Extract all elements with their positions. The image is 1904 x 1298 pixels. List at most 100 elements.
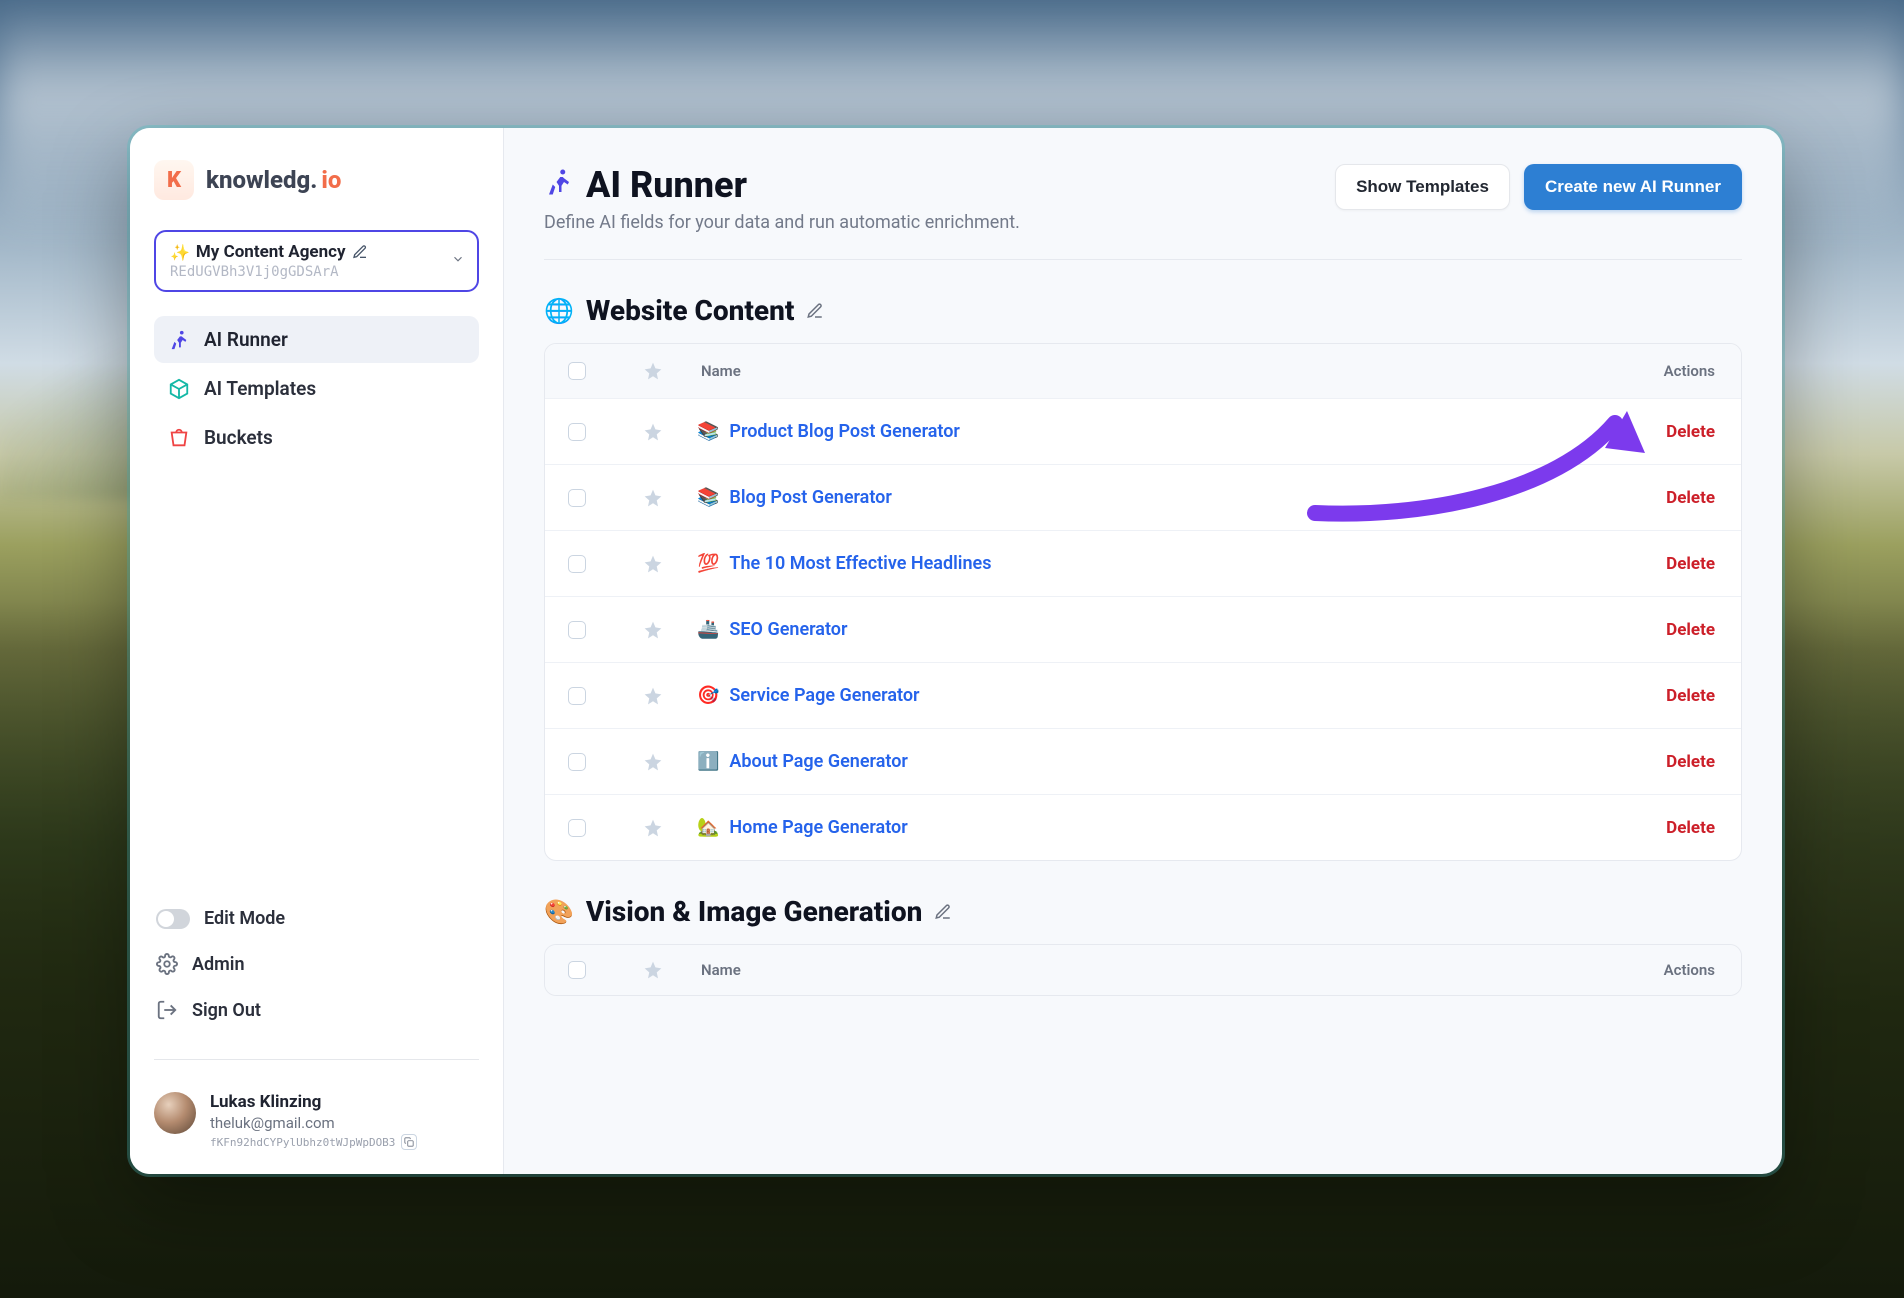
- runner-link[interactable]: Blog Post Generator: [729, 487, 891, 508]
- sign-out-link[interactable]: Sign Out: [154, 993, 479, 1027]
- row-emoji: ℹ️: [697, 751, 719, 772]
- main-content: AI Runner Define AI fields for your data…: [504, 128, 1782, 1174]
- workspace-name: My Content Agency: [196, 242, 346, 262]
- sidebar-nav: AI Runner AI Templates Buckets: [154, 316, 479, 461]
- star-toggle[interactable]: [609, 686, 697, 706]
- pencil-icon[interactable]: [352, 244, 368, 260]
- section-emoji: 🎨: [544, 898, 574, 926]
- edit-mode-toggle[interactable]: [156, 909, 190, 929]
- runner-icon: [168, 329, 190, 351]
- user-email: theluk@gmail.com: [210, 1114, 417, 1132]
- star-toggle[interactable]: [609, 818, 697, 838]
- row-checkbox[interactable]: [568, 819, 586, 837]
- page-title: AI Runner: [586, 164, 747, 206]
- sidebar-item-ai-templates[interactable]: AI Templates: [154, 365, 479, 412]
- section: 🌐 Website Content NameActions 📚 Product Blog…: [544, 294, 1742, 861]
- page-header: AI Runner Define AI fields for your data…: [544, 164, 1742, 260]
- select-all-checkbox[interactable]: [568, 961, 586, 979]
- section: 🎨 Vision & Image Generation NameActions: [544, 895, 1742, 996]
- app-window: K knowledg. io ✨ My Content Agency REdUG…: [130, 128, 1782, 1174]
- table: NameActions: [544, 944, 1742, 996]
- row-checkbox[interactable]: [568, 687, 586, 705]
- runner-link[interactable]: Product Blog Post Generator: [729, 421, 959, 442]
- table: NameActions 📚 Product Blog Post Generator D…: [544, 343, 1742, 861]
- table-row: ℹ️ About Page Generator Delete: [545, 728, 1741, 794]
- star-toggle[interactable]: [609, 620, 697, 640]
- delete-button[interactable]: Delete: [1666, 818, 1715, 838]
- row-checkbox[interactable]: [568, 423, 586, 441]
- runner-icon: [544, 167, 574, 204]
- row-checkbox[interactable]: [568, 621, 586, 639]
- star-toggle[interactable]: [609, 554, 697, 574]
- runner-link[interactable]: The 10 Most Effective Headlines: [729, 553, 991, 574]
- brand-name-accent: io: [321, 166, 341, 194]
- section-emoji: 🌐: [544, 297, 574, 325]
- star-toggle[interactable]: [609, 752, 697, 772]
- page-subtitle: Define AI fields for your data and run a…: [544, 212, 1020, 233]
- table-row: 💯The 10 Most Effective HeadlinesDelete: [545, 530, 1741, 596]
- sidebar-item-label: AI Templates: [204, 377, 316, 400]
- section-title: Vision & Image Generation: [586, 895, 922, 928]
- pencil-icon[interactable]: [806, 302, 824, 320]
- cube-icon: [168, 378, 190, 400]
- row-checkbox[interactable]: [568, 489, 586, 507]
- brand-mark: K: [154, 160, 194, 200]
- row-emoji: 🎯: [697, 685, 719, 706]
- sidebar: K knowledg. io ✨ My Content Agency REdUG…: [130, 128, 504, 1174]
- admin-label: Admin: [192, 954, 245, 975]
- delete-button[interactable]: Delete: [1666, 752, 1715, 772]
- sidebar-item-buckets[interactable]: Buckets: [154, 414, 479, 461]
- brand-name: knowledg.: [206, 166, 317, 194]
- workspace-selector[interactable]: ✨ My Content Agency REdUGVBh3V1j0gGDSArA: [154, 230, 479, 292]
- select-all-checkbox[interactable]: [568, 362, 586, 380]
- runner-link[interactable]: Home Page Generator: [729, 817, 907, 838]
- delete-button[interactable]: Delete: [1666, 686, 1715, 706]
- sign-out-label: Sign Out: [192, 1000, 261, 1021]
- row-emoji: 🚢: [697, 619, 719, 640]
- sidebar-item-label: Buckets: [204, 426, 273, 449]
- sidebar-item-ai-runner[interactable]: AI Runner: [154, 316, 479, 363]
- sign-out-icon: [156, 999, 178, 1021]
- section-title: Website Content: [586, 294, 795, 327]
- column-name: Name: [697, 961, 1611, 979]
- delete-button[interactable]: Delete: [1666, 422, 1715, 442]
- chevron-down-icon[interactable]: [451, 252, 465, 270]
- show-templates-button[interactable]: Show Templates: [1335, 164, 1510, 210]
- table-header: NameActions: [545, 344, 1741, 398]
- delete-button[interactable]: Delete: [1666, 620, 1715, 640]
- row-emoji: 📚: [697, 487, 719, 508]
- row-emoji: 📚: [697, 421, 719, 442]
- copy-icon[interactable]: [401, 1134, 417, 1150]
- table-row: 📚 Product Blog Post Generator Delete: [545, 398, 1741, 464]
- delete-button[interactable]: Delete: [1666, 488, 1715, 508]
- bucket-icon: [168, 427, 190, 449]
- brand-logo: K knowledg. io: [154, 160, 479, 200]
- table-row: 🎯 Service Page Generator Delete: [545, 662, 1741, 728]
- table-row: 📚 Blog Post Generator Delete: [545, 464, 1741, 530]
- star-column-header: [609, 361, 697, 381]
- user-id: fKFn92hdCYPylUbhz0tWJpWpDOB3: [210, 1136, 395, 1149]
- sidebar-item-label: AI Runner: [204, 328, 288, 351]
- runner-link[interactable]: About Page Generator: [729, 751, 907, 772]
- create-ai-runner-button[interactable]: Create new AI Runner: [1524, 164, 1742, 210]
- star-column-header: [609, 960, 697, 980]
- table-header: NameActions: [545, 945, 1741, 995]
- section-header: 🎨 Vision & Image Generation: [544, 895, 1742, 928]
- table-row: 🚢 SEO Generator Delete: [545, 596, 1741, 662]
- workspace-emoji: ✨: [170, 243, 190, 262]
- delete-button[interactable]: Delete: [1666, 554, 1715, 574]
- admin-link[interactable]: Admin: [154, 947, 479, 981]
- pencil-icon[interactable]: [934, 903, 952, 921]
- user-name: Lukas Klinzing: [210, 1092, 417, 1112]
- divider: [154, 1059, 479, 1060]
- star-toggle[interactable]: [609, 488, 697, 508]
- runner-link[interactable]: SEO Generator: [729, 619, 847, 640]
- row-checkbox[interactable]: [568, 555, 586, 573]
- column-actions: Actions: [1611, 362, 1741, 380]
- row-checkbox[interactable]: [568, 753, 586, 771]
- workspace-id: REdUGVBh3V1j0gGDSArA: [170, 264, 437, 280]
- row-emoji: 🏡: [697, 817, 719, 838]
- star-toggle[interactable]: [609, 422, 697, 442]
- runner-link[interactable]: Service Page Generator: [729, 685, 919, 706]
- edit-mode-label: Edit Mode: [204, 908, 285, 929]
